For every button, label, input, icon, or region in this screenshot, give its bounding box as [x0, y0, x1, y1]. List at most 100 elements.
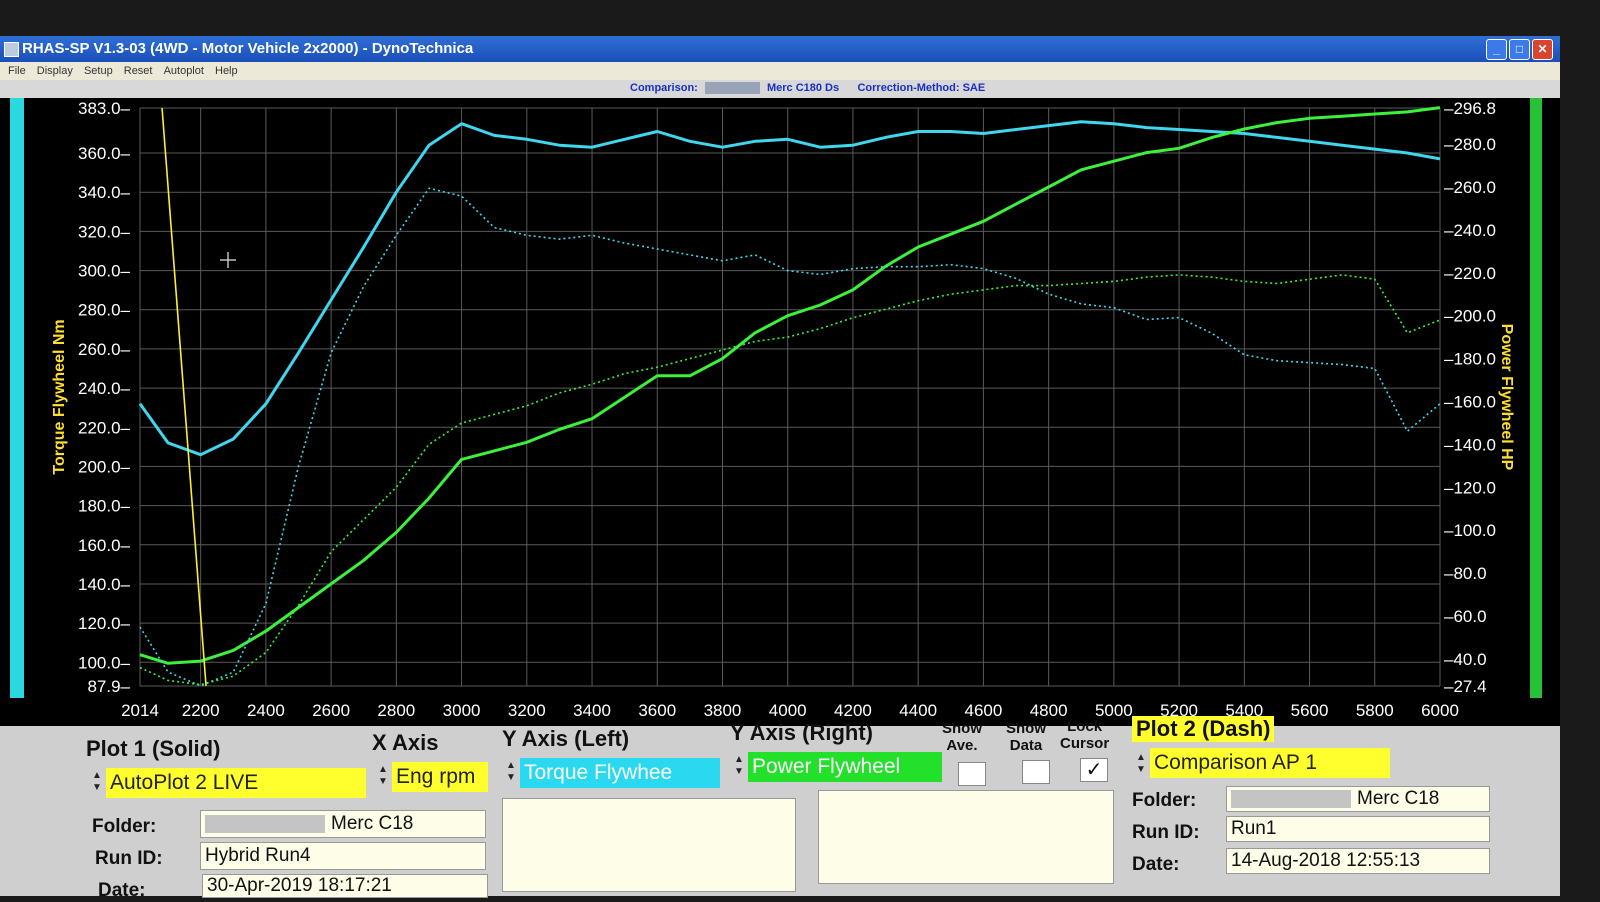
x-tick-label: 3800	[704, 701, 742, 720]
control-panel: Plot 1 (Solid) ▲ ▼ AutoPlot 2 LIVE Folder…	[0, 716, 1560, 901]
lock-cursor-label: Lock Cursor	[1060, 718, 1110, 752]
title-bar: RHAS-SP V1.3-03 (4WD - Motor Vehicle 2x2…	[0, 36, 1560, 62]
comparison-info-bar: Comparison: Merc C180 Ds Correction-Meth…	[630, 82, 986, 96]
y-left-tick-label: 220.0–	[78, 418, 131, 437]
y-left-tick-label: 160.0–	[78, 536, 131, 555]
y-left-tick-label: 280.0–	[78, 301, 131, 320]
y-right-tick-label: –200.0	[1444, 307, 1496, 326]
power-solid-series-line	[139, 106, 1441, 665]
plot2-selection[interactable]: Comparison AP 1	[1150, 748, 1390, 778]
plot1-runid-field[interactable]: Hybrid Run4	[200, 842, 486, 870]
y-left-title: Y Axis (Left)	[502, 726, 630, 751]
redacted-block	[205, 814, 325, 833]
menu-bar: File Display Setup Reset Autoplot Help	[0, 62, 1560, 80]
y-left-tick-label: 180.0–	[78, 497, 131, 516]
x-tick-label: 4200	[834, 701, 872, 720]
y-right-spinner[interactable]: ▲ ▼	[732, 754, 746, 780]
right-axis-color-strip	[1530, 98, 1542, 698]
x-tick-label: 2014	[121, 701, 159, 720]
menu-reset[interactable]: Reset	[124, 62, 153, 80]
y-right-tick-label: –40.0	[1444, 650, 1487, 669]
y-left-tick-label: 300.0–	[78, 262, 131, 281]
redacted-block	[704, 82, 760, 95]
x-tick-label: 3400	[573, 701, 611, 720]
y-right-selection[interactable]: Power Flywheel	[748, 752, 942, 782]
y-right-info-box	[818, 790, 1114, 884]
comparison-vehicle: Merc C180 Ds	[766, 82, 840, 94]
comparison-label: Comparison:	[630, 82, 698, 94]
window-title: RHAS-SP V1.3-03 (4WD - Motor Vehicle 2x2…	[22, 40, 474, 57]
y-left-tick-label: 120.0–	[78, 614, 131, 633]
lock-cursor-checkbox[interactable]: ✓	[1080, 758, 1108, 782]
x-tick-label: 5800	[1356, 701, 1394, 720]
minimize-button[interactable]: _	[1486, 39, 1507, 60]
plot-area: 2014 2200 2400 2600 2800 3000 3200 3400 3600 3800…	[0, 98, 1560, 731]
y-left-selection[interactable]: Torque Flywhee	[520, 758, 720, 788]
plot2-runid-field[interactable]: Run1	[1226, 816, 1490, 842]
x-tick-label: 5600	[1291, 701, 1329, 720]
y-right-tick-label: –296.8	[1444, 99, 1496, 118]
plot1-spinner[interactable]: ▲ ▼	[90, 770, 104, 796]
y-right-tick-label: –27.4	[1444, 677, 1487, 696]
menu-help[interactable]: Help	[215, 62, 238, 80]
y-left-tick-label: 100.0–	[78, 653, 131, 672]
x-tick-label: 4600	[964, 701, 1002, 720]
x-tick-label: 2400	[247, 701, 285, 720]
menu-autoplot[interactable]: Autoplot	[164, 62, 204, 80]
show-data-checkbox[interactable]	[1022, 760, 1050, 784]
y-right-tick-label: –240.0	[1444, 221, 1496, 240]
dyno-window: RHAS-SP V1.3-03 (4WD - Motor Vehicle 2x2…	[0, 36, 1560, 901]
menu-setup[interactable]: Setup	[84, 62, 113, 80]
x-axis-title: X Axis	[372, 730, 439, 755]
app-icon	[4, 42, 19, 57]
plot2-date-field[interactable]: 14-Aug-2018 12:55:13	[1226, 848, 1490, 874]
y-right-tick-label: –220.0	[1444, 264, 1496, 283]
y-right-tick-label: –180.0	[1444, 350, 1496, 369]
y-right-tick-label: –280.0	[1444, 135, 1496, 154]
dyno-chart[interactable]: 2014 2200 2400 2600 2800 3000 3200 3400 3600 3800…	[0, 98, 1560, 731]
show-data-label: Show Data	[1006, 720, 1046, 754]
y-left-tick-label: 140.0–	[78, 575, 131, 594]
y-right-tick-label: –100.0	[1444, 521, 1496, 540]
y-left-tick-label: 200.0–	[78, 457, 131, 476]
plot1-date-label: Date:	[98, 880, 146, 901]
y-right-tick-label: –80.0	[1444, 564, 1487, 583]
x-tick-label: 3200	[508, 701, 546, 720]
x-axis-selection[interactable]: Eng rpm	[392, 762, 488, 792]
y-left-tick-label: 340.0–	[78, 183, 131, 202]
show-ave-checkbox[interactable]	[958, 762, 986, 786]
y-left-tick-label: 240.0–	[78, 379, 131, 398]
y-left-axis-label: Torque Flywheel Nm	[51, 319, 68, 474]
plot1-title: Plot 1 (Solid)	[86, 736, 221, 761]
maximize-button[interactable]: □	[1509, 39, 1530, 60]
x-axis-spinner[interactable]: ▲ ▼	[376, 764, 390, 790]
y-left-tick-label: 383.0–	[78, 99, 131, 118]
x-tick-label: 4000	[769, 701, 807, 720]
plot1-date-field[interactable]: 30-Apr-2019 18:17:21	[202, 874, 488, 898]
y-right-tick-label: –140.0	[1444, 435, 1496, 454]
y-left-tick-label: 260.0–	[78, 340, 131, 359]
plot1-selection[interactable]: AutoPlot 2 LIVE	[106, 768, 366, 798]
y-left-tick-label: 320.0–	[78, 222, 131, 241]
y-left-info-box	[502, 798, 796, 892]
close-button[interactable]: ✕	[1532, 39, 1553, 60]
cursor-line	[161, 107, 207, 687]
y-left-tick-label: 360.0–	[78, 144, 131, 163]
x-tick-label: 2800	[377, 701, 415, 720]
plot2-folder-label: Folder:	[1132, 790, 1197, 811]
show-ave-label: Show Ave.	[942, 720, 982, 754]
left-axis-color-strip	[10, 98, 24, 698]
redacted-block	[1231, 789, 1351, 808]
plot1-folder-label: Folder:	[92, 816, 157, 837]
x-tick-label: 2200	[182, 701, 220, 720]
y-right-tick-label: –60.0	[1444, 607, 1487, 626]
x-tick-label: 6000	[1421, 701, 1459, 720]
plot2-spinner[interactable]: ▲ ▼	[1134, 752, 1148, 778]
plot2-title: Plot 2 (Dash)	[1132, 716, 1275, 742]
plot2-folder-field[interactable]: Merc C18	[1226, 786, 1490, 812]
y-right-tick-label: –120.0	[1444, 478, 1496, 497]
menu-display[interactable]: Display	[37, 62, 73, 80]
y-left-spinner[interactable]: ▲ ▼	[504, 760, 518, 786]
plot1-folder-field[interactable]: Merc C18	[200, 810, 486, 838]
menu-file[interactable]: File	[8, 62, 26, 80]
